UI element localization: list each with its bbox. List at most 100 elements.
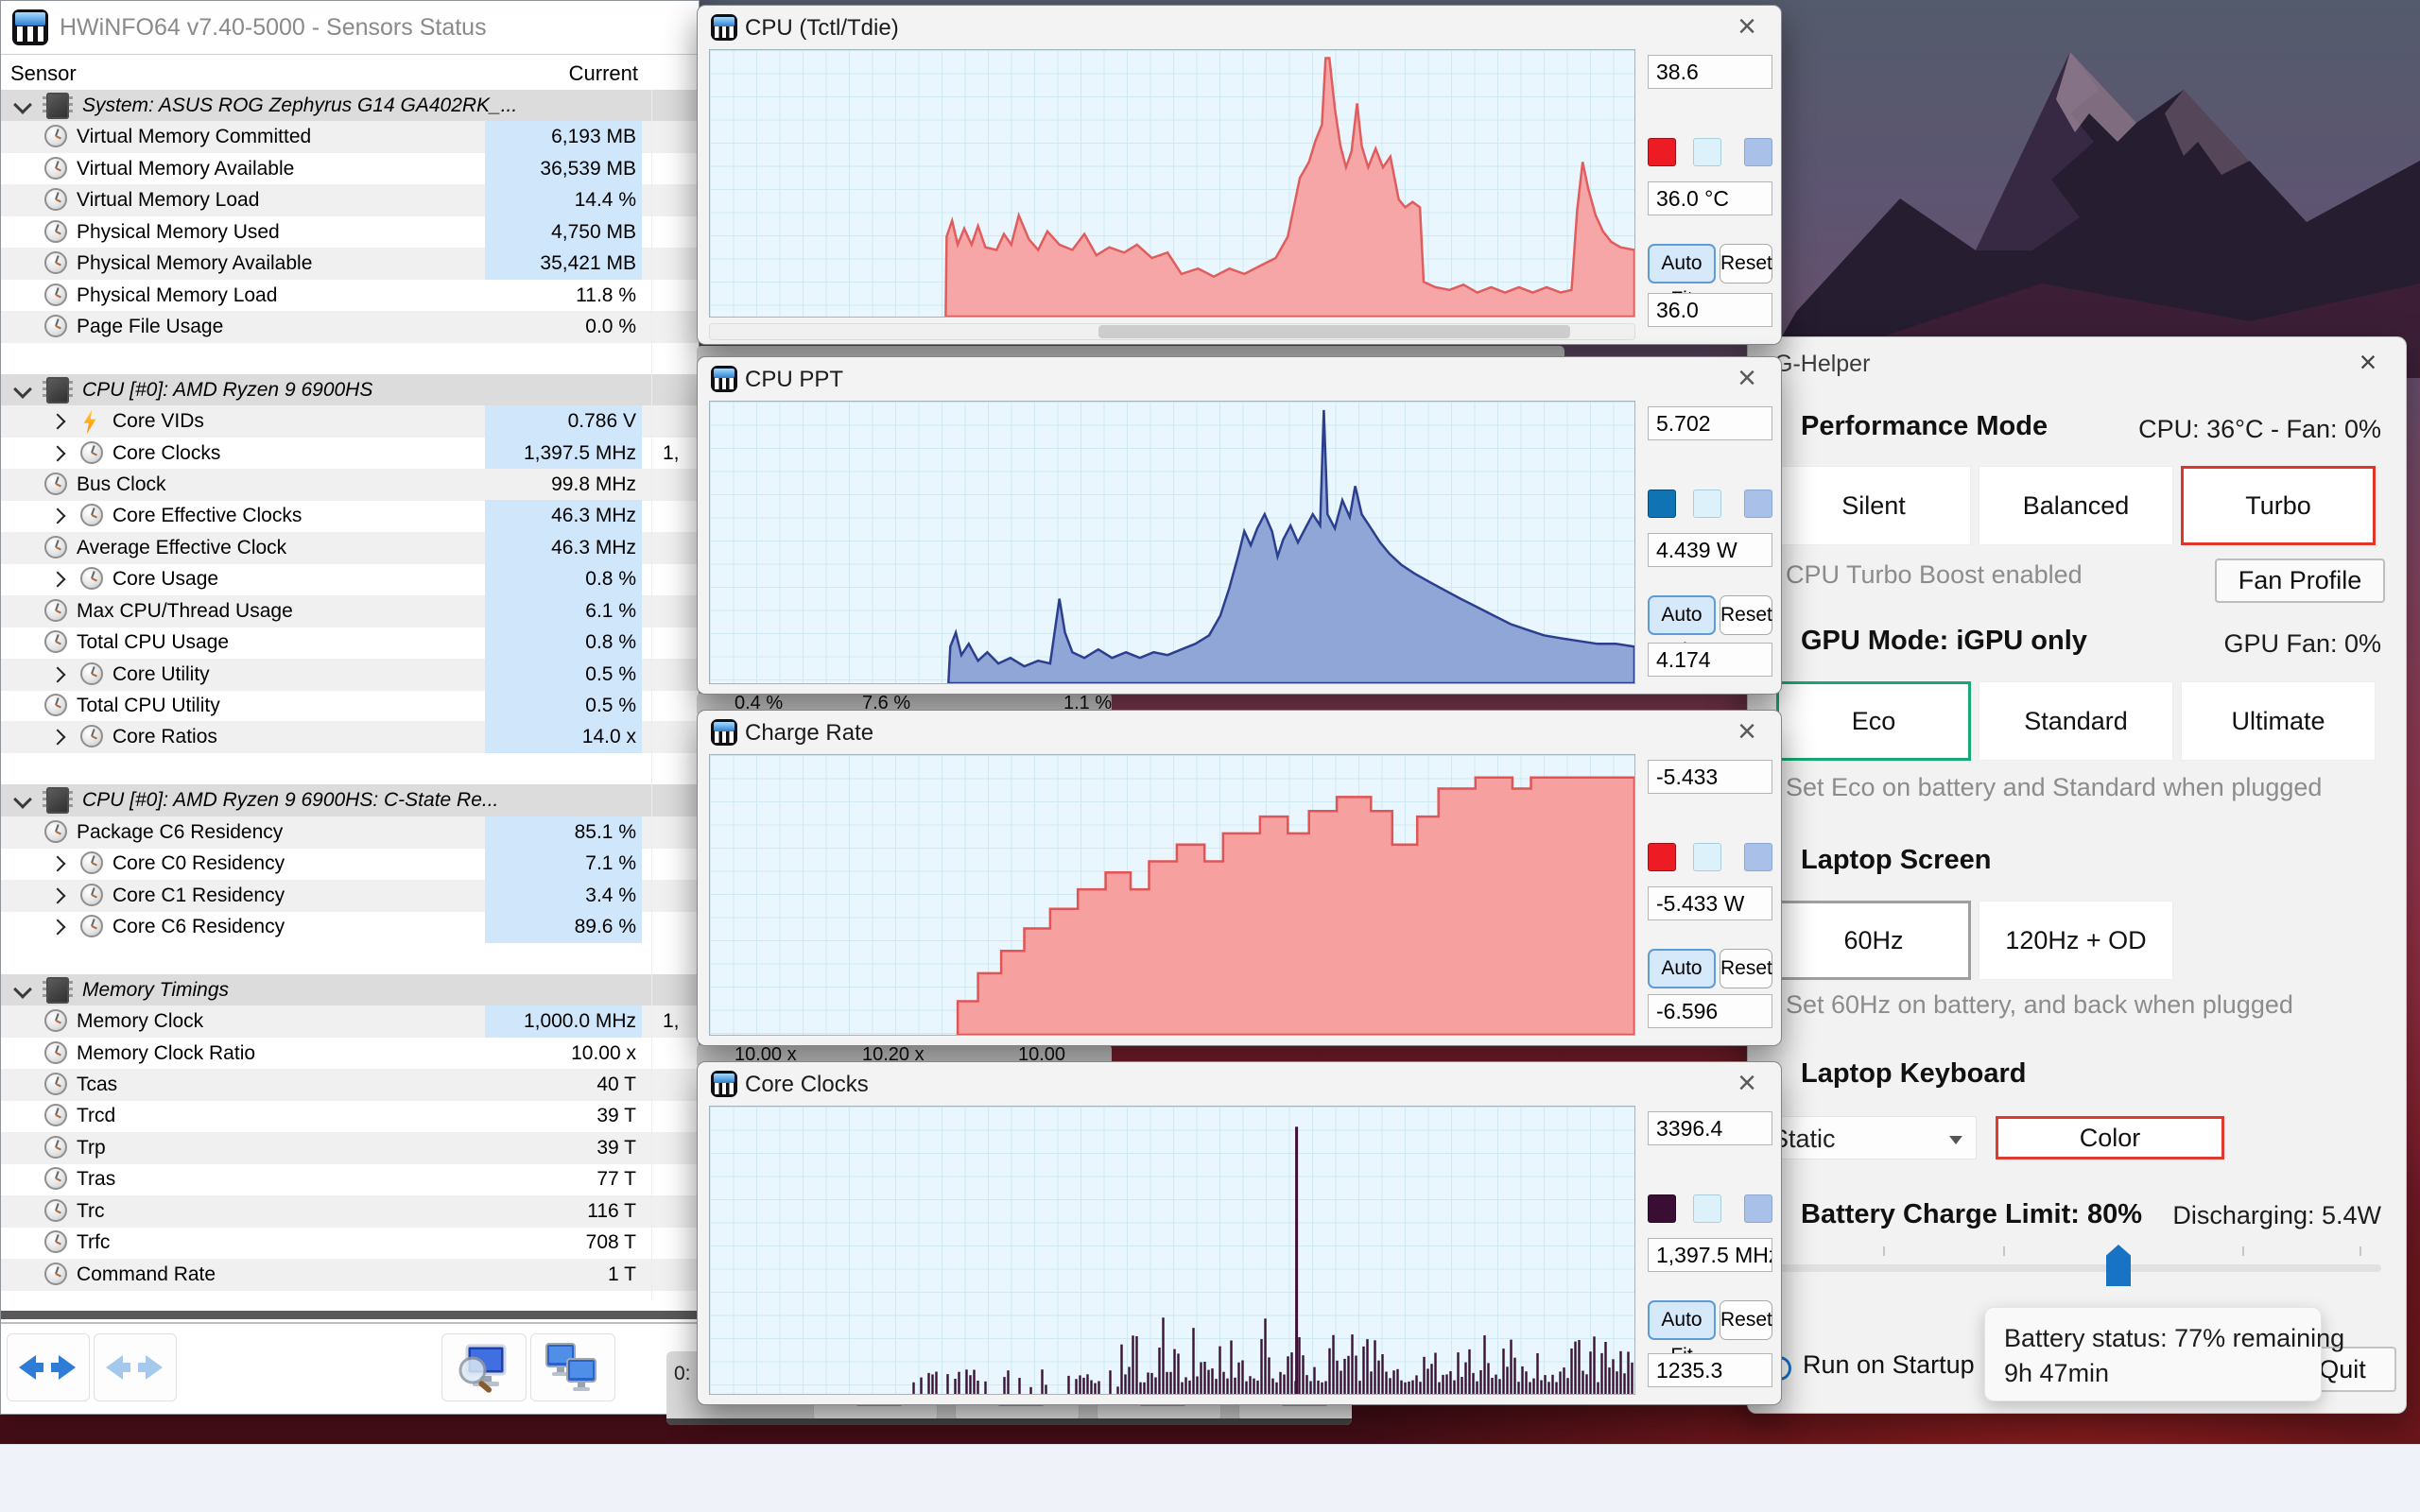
graph-window-titlebar[interactable]: CPU PPT × <box>698 357 1781 401</box>
auto-fit-button[interactable]: Auto Fit <box>1648 1300 1716 1366</box>
sensor-row[interactable]: Total CPU Usage 0.8 % <box>1 627 699 660</box>
chevron-right-icon[interactable] <box>49 413 66 430</box>
mode-button-120hz-od[interactable]: 120Hz + OD <box>1979 901 2173 980</box>
sensor-row[interactable]: Core VIDs 0.786 V <box>1 405 699 438</box>
series-color-swatch[interactable] <box>1648 843 1676 871</box>
reset-button[interactable]: Reset <box>1720 949 1772 988</box>
mode-button-ultimate[interactable]: Ultimate <box>2181 681 2376 761</box>
sensor-row[interactable]: Core Effective Clocks 46.3 MHz <box>1 500 699 533</box>
background-color-swatch[interactable] <box>1693 138 1721 166</box>
graph-plot-area[interactable] <box>709 401 1635 684</box>
background-color-swatch[interactable] <box>1693 1194 1721 1223</box>
mode-button-silent[interactable]: Silent <box>1776 466 1971 545</box>
sensor-row[interactable]: Average Effective Clock 46.3 MHz <box>1 531 699 564</box>
mode-button-standard[interactable]: Standard <box>1979 681 2173 761</box>
grid-color-swatch[interactable] <box>1744 843 1772 871</box>
sensor-row[interactable]: Core C0 Residency 7.1 % <box>1 848 699 881</box>
grid-color-swatch[interactable] <box>1744 490 1772 518</box>
hwinfo-titlebar[interactable]: HWiNFO64 v7.40-5000 - Sensors Status <box>1 1 699 54</box>
chevron-right-icon[interactable] <box>49 919 66 936</box>
graph-color-swatches[interactable] <box>1648 138 1772 166</box>
column-header-current[interactable]: Current <box>487 61 638 86</box>
graph-color-swatches[interactable] <box>1648 1194 1772 1223</box>
sensor-row[interactable]: Trc 116 T <box>1 1194 699 1228</box>
sensor-row[interactable]: Core C6 Residency 89.6 % <box>1 910 699 943</box>
chevron-right-icon[interactable] <box>49 571 66 588</box>
sensor-row[interactable]: Core Usage 0.8 % <box>1 563 699 596</box>
sensor-row[interactable]: Core C1 Residency 3.4 % <box>1 879 699 912</box>
series-color-swatch[interactable] <box>1648 138 1676 166</box>
sensor-row[interactable]: Bus Clock 99.8 MHz <box>1 469 699 502</box>
graph-window-titlebar[interactable]: Core Clocks × <box>698 1062 1781 1106</box>
chevron-right-icon[interactable] <box>49 445 66 462</box>
graph-horizontal-scrollbar[interactable] <box>709 323 1635 340</box>
auto-fit-button[interactable]: Auto Fit <box>1648 949 1716 1015</box>
collapse-columns-button[interactable] <box>94 1333 177 1401</box>
battery-limit-slider-track[interactable] <box>1776 1264 2381 1272</box>
keyboard-color-button[interactable]: Color <box>1996 1116 2224 1160</box>
ghelper-close-icon[interactable]: × <box>2351 345 2385 379</box>
graph-plot-area[interactable] <box>709 49 1635 318</box>
chevron-right-icon[interactable] <box>49 887 66 903</box>
chevron-right-icon[interactable] <box>49 507 66 524</box>
sensor-row[interactable]: Physical Memory Used 4,750 MB <box>1 215 699 249</box>
sensor-row[interactable]: Physical Memory Load 11.8 % <box>1 280 699 312</box>
background-color-swatch[interactable] <box>1693 843 1721 871</box>
sensor-row[interactable]: Core Utility 0.5 % <box>1 658 699 691</box>
graph-window-titlebar[interactable]: Charge Rate × <box>698 711 1781 754</box>
chevron-down-icon[interactable] <box>13 95 32 114</box>
battery-limit-slider-handle[interactable] <box>2106 1245 2131 1286</box>
graph-color-swatches[interactable] <box>1648 490 1772 518</box>
sensor-row[interactable]: Total CPU Utility 0.5 % <box>1 689 699 722</box>
chevron-down-icon[interactable] <box>13 790 32 810</box>
sensor-row[interactable]: Core Clocks 1,397.5 MHz 1, <box>1 437 699 470</box>
mode-button-eco[interactable]: Eco <box>1776 681 1971 761</box>
sensor-section-row[interactable]: System: ASUS ROG Zephyrus G14 GA402RK_..… <box>1 90 699 122</box>
sensor-section-row[interactable]: Memory Timings <box>1 973 699 1006</box>
sensor-section-row[interactable]: CPU [#0]: AMD Ryzen 9 6900HS <box>1 373 699 406</box>
chevron-down-icon[interactable] <box>13 979 32 999</box>
chevron-right-icon[interactable] <box>49 666 66 683</box>
expand-columns-button[interactable] <box>7 1333 90 1401</box>
scrollbar-thumb[interactable] <box>1098 325 1570 338</box>
graph-color-swatches[interactable] <box>1648 843 1772 871</box>
reset-button[interactable]: Reset <box>1720 244 1772 284</box>
sensor-row[interactable]: Trcd 39 T <box>1 1100 699 1132</box>
grid-color-swatch[interactable] <box>1744 138 1772 166</box>
sensor-row[interactable]: Trfc 708 T <box>1 1227 699 1259</box>
sensor-row[interactable]: Tcas 40 T <box>1 1069 699 1102</box>
reset-button[interactable]: Reset <box>1720 1300 1772 1340</box>
chevron-right-icon[interactable] <box>49 729 66 746</box>
remote-monitor-button[interactable] <box>530 1333 615 1401</box>
column-header-sensor[interactable]: Sensor <box>10 61 77 86</box>
graph-plot-area[interactable] <box>709 754 1635 1036</box>
chevron-right-icon[interactable] <box>49 855 66 872</box>
sensor-row[interactable]: Package C6 Residency 85.1 % <box>1 816 699 849</box>
sensor-row[interactable]: Page File Usage 0.0 % <box>1 310 699 343</box>
sensor-row[interactable]: Core Ratios 14.0 x <box>1 721 699 754</box>
background-color-swatch[interactable] <box>1693 490 1721 518</box>
chevron-down-icon[interactable] <box>13 379 32 399</box>
sensor-row[interactable]: Virtual Memory Available 36,539 MB <box>1 152 699 185</box>
reset-button[interactable]: Reset <box>1720 595 1772 635</box>
series-color-swatch[interactable] <box>1648 1194 1676 1223</box>
sensor-row[interactable]: Max CPU/Thread Usage 6.1 % <box>1 594 699 627</box>
graph-window-titlebar[interactable]: CPU (Tctl/Tdie) × <box>698 6 1781 49</box>
sensor-section-row[interactable]: CPU [#0]: AMD Ryzen 9 6900HS: C-State Re… <box>1 784 699 817</box>
sensor-row[interactable]: Memory Clock Ratio 10.00 x <box>1 1038 699 1070</box>
mode-button-turbo[interactable]: Turbo <box>2181 466 2376 545</box>
mode-button-60hz[interactable]: 60Hz <box>1776 901 1971 980</box>
auto-fit-button[interactable]: Auto Fit <box>1648 595 1716 662</box>
sensor-row[interactable]: Physical Memory Available 35,421 MB <box>1 248 699 281</box>
sensor-row[interactable]: Virtual Memory Committed 6,193 MB <box>1 121 699 154</box>
sensor-row[interactable]: Trp 39 T <box>1 1131 699 1164</box>
mode-button-balanced[interactable]: Balanced <box>1979 466 2173 545</box>
series-color-swatch[interactable] <box>1648 490 1676 518</box>
fan-profile-button[interactable]: Fan Profile <box>2215 558 2385 603</box>
graph-plot-area[interactable] <box>709 1106 1635 1395</box>
sensor-row[interactable]: Tras 77 T <box>1 1163 699 1195</box>
sensor-zoom-button[interactable] <box>441 1333 527 1401</box>
sensor-row[interactable]: Memory Clock 1,000.0 MHz 1, <box>1 1005 699 1039</box>
grid-color-swatch[interactable] <box>1744 1194 1772 1223</box>
sensor-row[interactable]: Command Rate 1 T <box>1 1258 699 1291</box>
